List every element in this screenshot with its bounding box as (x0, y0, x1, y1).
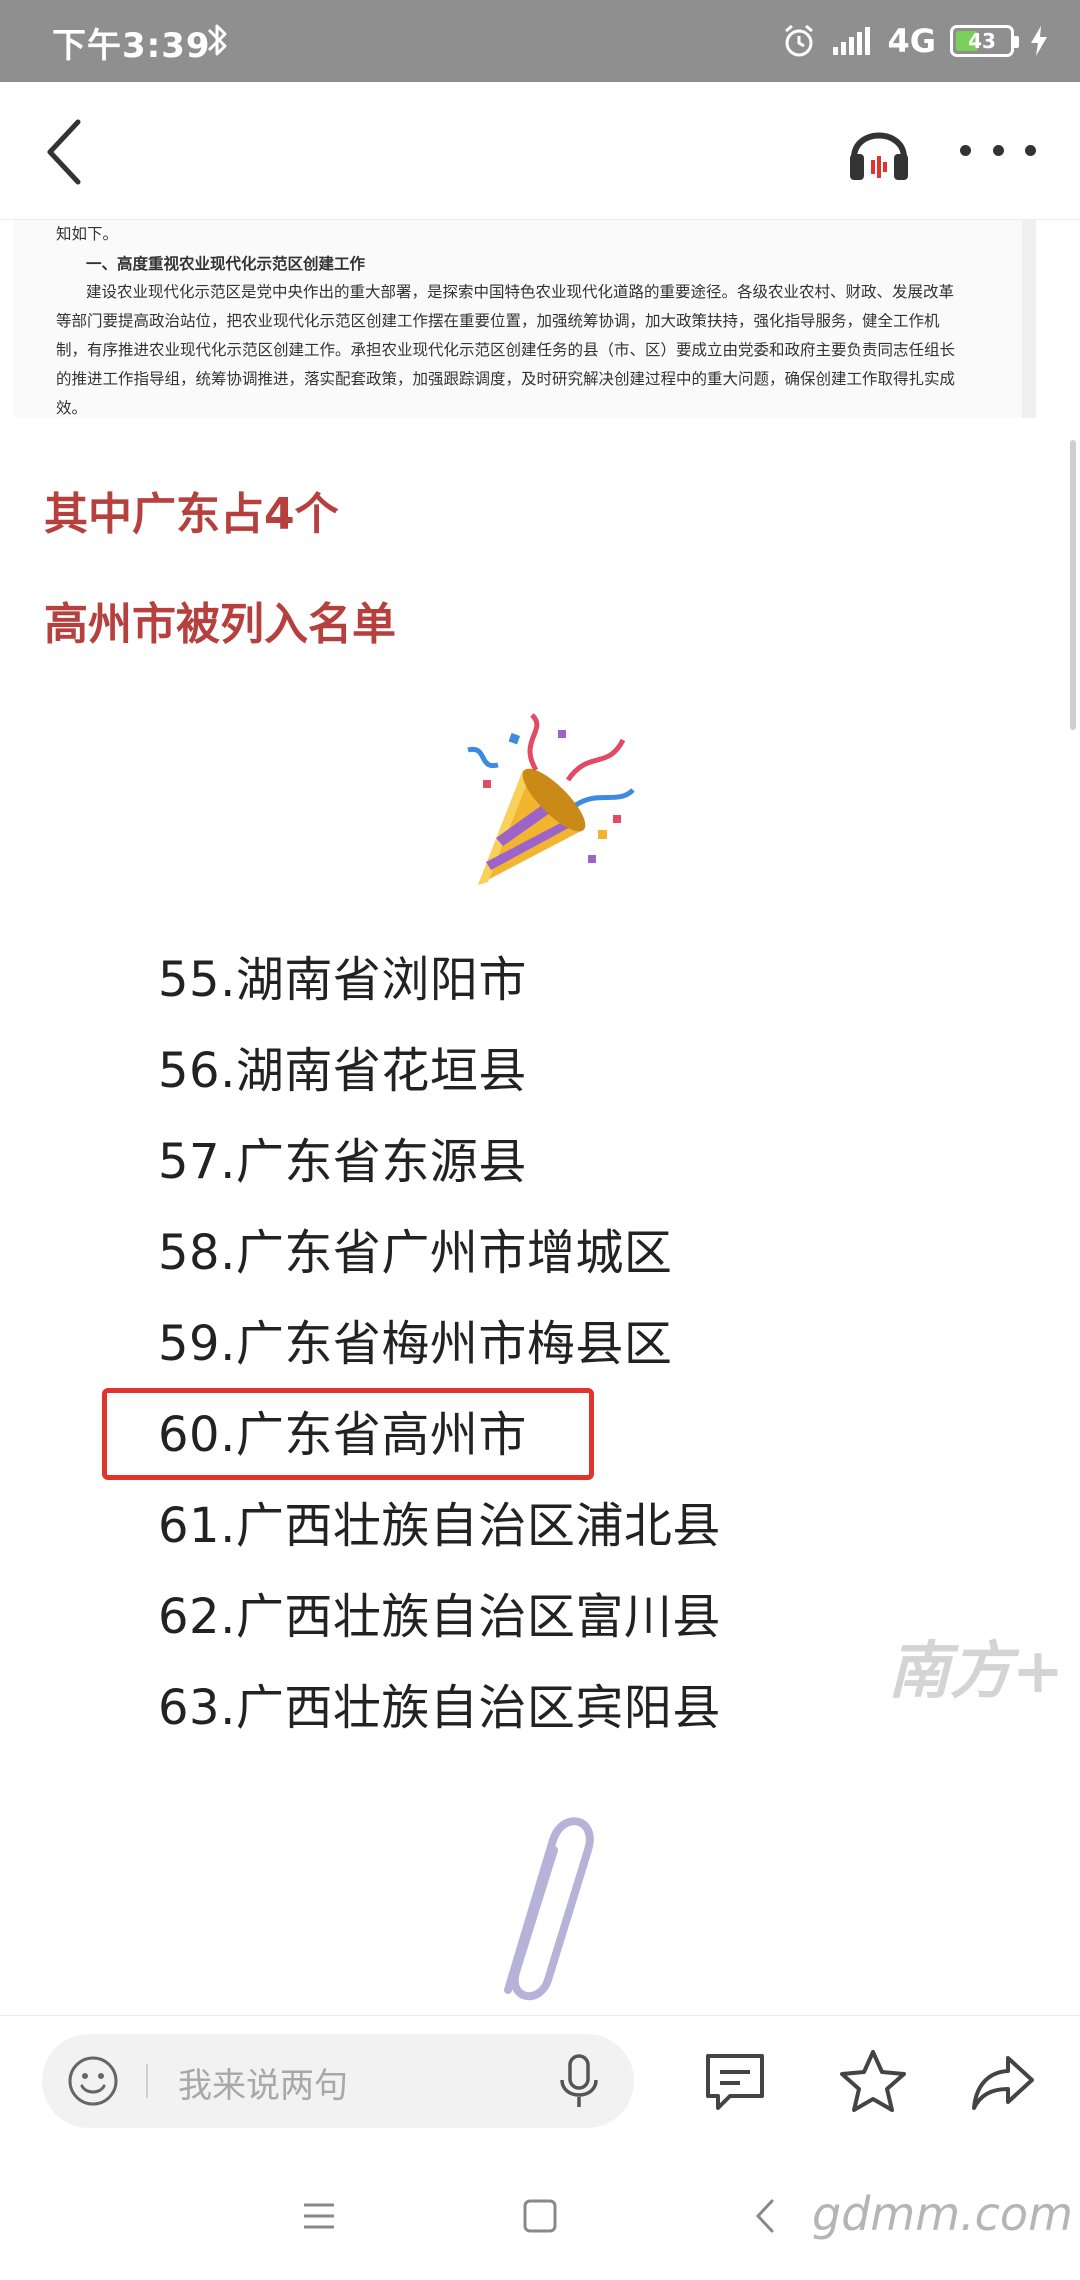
mic-icon[interactable] (552, 2052, 606, 2110)
doc-heading: 一、高度重视农业现代化示范区创建工作 (86, 254, 366, 273)
share-icon[interactable] (968, 2046, 1038, 2116)
comment-input[interactable]: 我来说两句 (42, 2034, 634, 2128)
party-popper-icon (467, 713, 635, 885)
doc-line: 制，有序推进农业现代化示范区创建工作。承担农业现代化示范区创建任务的县（市、区）… (56, 341, 956, 359)
menu-icon[interactable] (294, 2191, 344, 2241)
charging-icon (1031, 26, 1047, 56)
highlight-text-gaozhou: 高州市被列入名单 (44, 599, 396, 650)
doc-line: 等部门要提高政治站位，把农业现代化示范区创建工作摆在重要位置，加强统筹协调，加大… (56, 312, 940, 330)
doc-line: 效。 (56, 399, 88, 417)
doc-line: 知如下。 (56, 225, 119, 243)
list-item: 59.广东省梅州市梅县区 (158, 1316, 673, 1372)
more-dot (1025, 144, 1036, 156)
doc-line: 的推进工作指导组，统筹协调推进，落实配套政策，加强跟踪调度，及时研究解决创建过程… (56, 370, 956, 388)
system-back-icon[interactable] (740, 2191, 790, 2241)
watermark: 南方+ (888, 1634, 1064, 1707)
comment-divider (146, 2064, 148, 2098)
comment-icon[interactable] (700, 2046, 770, 2116)
signal-icon (833, 27, 871, 55)
document-excerpt-image: 知如下。 一、高度重视农业现代化示范区创建工作 建设农业现代化示范区是党中央作出… (14, 220, 1036, 418)
status-indicators: 4G 43 (781, 18, 1050, 64)
home-icon[interactable] (515, 2191, 565, 2241)
list-item: 56.湖南省花垣县 (158, 1043, 527, 1099)
doc-line: 建设农业现代化示范区是党中央作出的重大部署，是探索中国特色农业现代化道路的重要途… (86, 283, 955, 301)
list-item: 55.湖南省浏阳市 (158, 952, 527, 1008)
list-item: 57.广东省东源县 (158, 1134, 527, 1190)
battery-level: 43 (968, 29, 996, 53)
comment-placeholder: 我来说两句 (178, 2066, 348, 2106)
more-dot (992, 144, 1004, 156)
more-button[interactable] (960, 130, 1036, 170)
highlight-text-guangdong: 其中广东占4个 (44, 489, 339, 540)
bottom-action-bar: 我来说两句 (0, 2015, 1080, 2155)
back-icon[interactable] (40, 112, 96, 192)
status-time: 下午3:39 (52, 26, 211, 66)
smile-icon[interactable] (66, 2054, 120, 2108)
top-nav (0, 82, 1080, 220)
site-watermark: gdmm.com (812, 2187, 1073, 2241)
app-screen: 下午3:39 4G 43 知如下。 一、高度重视农业现代化示范区创建工作 建设农… (0, 0, 1080, 2280)
bluetooth-icon (207, 24, 227, 56)
headphones-icon[interactable] (844, 116, 914, 186)
list-item: 62.广西壮族自治区富川县 (158, 1589, 721, 1645)
scrollbar[interactable] (1070, 440, 1076, 730)
system-navigation-bar: gdmm.com (0, 2155, 1080, 2280)
list-item: 58.广东省广州市增城区 (158, 1225, 673, 1281)
highlight-box (102, 1388, 594, 1480)
alarm-icon (785, 24, 814, 57)
list-item: 63.广西壮族自治区宾阳县 (158, 1680, 721, 1736)
network-type: 4G (887, 22, 936, 60)
star-icon[interactable] (838, 2046, 908, 2116)
list-item: 61.广西壮族自治区浦北县 (158, 1498, 721, 1554)
article-content[interactable]: 知如下。 一、高度重视农业现代化示范区创建工作 建设农业现代化示范区是党中央作出… (0, 220, 1080, 2015)
battery-icon: 43 (950, 25, 1019, 57)
more-dot (960, 144, 971, 156)
status-bar: 下午3:39 4G 43 (0, 0, 1080, 82)
paperclip-icon (504, 1817, 594, 2001)
